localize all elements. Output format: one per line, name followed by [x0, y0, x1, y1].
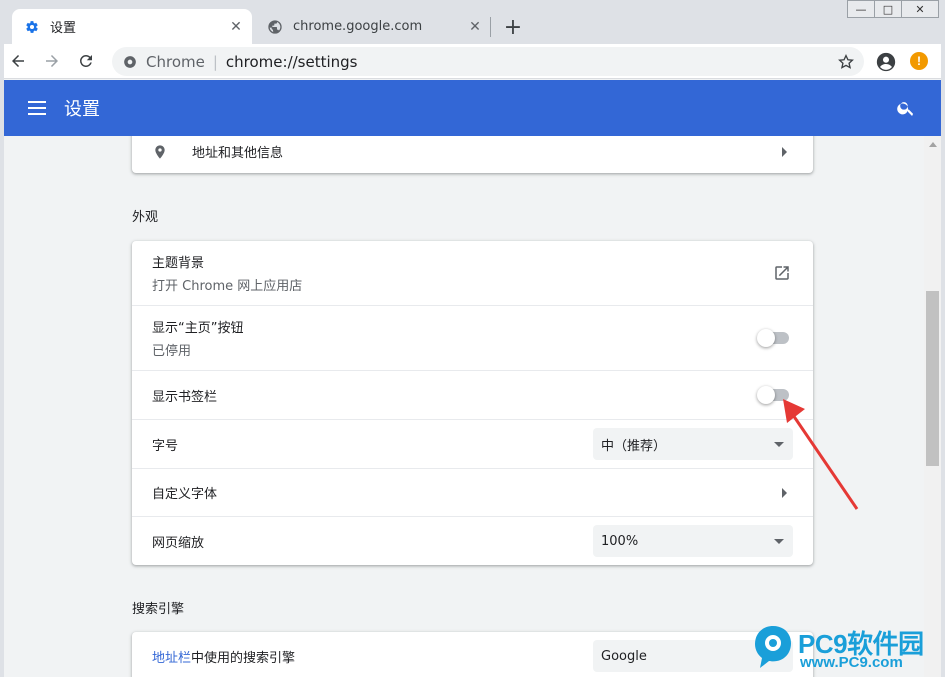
omnibox-separator: |: [212, 52, 218, 71]
watermark-url: www.PC9.com: [800, 654, 903, 671]
reload-button[interactable]: [70, 45, 102, 77]
arrow-left-icon: [12, 55, 24, 67]
font-size-select[interactable]: 中（推荐）: [593, 428, 793, 460]
menu-icon[interactable]: [28, 96, 52, 120]
autofill-card: 地址和其他信息: [132, 136, 813, 173]
window-frame-right: [941, 44, 945, 677]
font-size-value: 中（推荐）: [601, 438, 667, 454]
maximize-button[interactable]: □: [874, 0, 902, 18]
arrow-right-icon: [46, 55, 58, 67]
chevron-right-icon: [782, 146, 787, 157]
tab-strip: 设置 ✕ chrome.google.com ✕ + — □ ✕: [0, 0, 945, 44]
address-bar[interactable]: Chrome | chrome://settings: [112, 47, 864, 76]
addresses-row[interactable]: 地址和其他信息: [132, 136, 813, 173]
bookmark-star-icon[interactable]: [832, 48, 860, 76]
tab-close-button[interactable]: ✕: [465, 17, 485, 37]
search-engine-row: 地址栏中使用的搜索引擎 Google: [132, 632, 813, 677]
page-zoom-title: 网页缩放: [152, 535, 205, 551]
watermark: PC9软件园 www.PC9.com: [752, 624, 942, 674]
dropdown-arrow-icon: [774, 442, 784, 447]
page-zoom-row: 网页缩放 100%: [132, 516, 813, 565]
location-pin-icon: [155, 144, 165, 159]
open-in-new-icon[interactable]: [773, 264, 791, 282]
tab-divider: [490, 17, 491, 37]
search-engine-value: Google: [601, 648, 647, 664]
font-size-title: 字号: [152, 438, 179, 454]
forward-button[interactable]: [36, 45, 68, 77]
scroll-thumb[interactable]: [926, 291, 939, 466]
search-icon[interactable]: [896, 98, 916, 118]
new-tab-button[interactable]: +: [500, 14, 526, 40]
search-engine-label: 地址栏中使用的搜索引擎: [152, 647, 295, 666]
font-size-row: 字号 中（推荐）: [132, 419, 813, 468]
pc9-logo-icon: [755, 626, 791, 668]
page-zoom-value: 100%: [601, 533, 639, 549]
search-engine-section-title: 搜索引擎: [132, 602, 185, 617]
scrollbar[interactable]: [924, 136, 941, 677]
tab-chrome-google[interactable]: chrome.google.com ✕: [255, 9, 491, 44]
addresses-label: 地址和其他信息: [192, 146, 284, 161]
dropdown-arrow-icon: [774, 539, 784, 544]
bookmarks-bar-title: 显示书签栏: [152, 389, 218, 405]
tab-close-button[interactable]: ✕: [226, 17, 246, 37]
chevron-right-icon: [782, 487, 787, 498]
home-button-toggle[interactable]: [757, 329, 791, 347]
window-controls: — □ ✕: [847, 0, 939, 18]
browser-toolbar: Chrome | chrome://settings !: [0, 44, 945, 79]
globe-icon: [267, 19, 283, 35]
page-zoom-select[interactable]: 100%: [593, 525, 793, 557]
home-button-subtitle: 已停用: [152, 344, 192, 359]
scroll-up-arrow-icon[interactable]: [929, 142, 937, 147]
site-chip: Chrome: [146, 52, 205, 71]
theme-row[interactable]: 主题背景 打开 Chrome 网上应用店: [132, 241, 813, 305]
back-button[interactable]: [2, 45, 34, 77]
tab-title: chrome.google.com: [293, 19, 423, 34]
profile-avatar-icon[interactable]: [875, 51, 897, 73]
appearance-card: 主题背景 打开 Chrome 网上应用店 显示“主页”按钮 已停用 显示书签栏 …: [132, 241, 813, 565]
tab-settings[interactable]: 设置 ✕: [12, 9, 252, 44]
search-engine-card: 地址栏中使用的搜索引擎 Google: [132, 632, 813, 677]
bookmarks-bar-row[interactable]: 显示书签栏: [132, 370, 813, 419]
url-text[interactable]: chrome://settings: [226, 53, 832, 71]
chrome-icon: [122, 54, 138, 70]
page-title: 设置: [64, 99, 100, 120]
custom-fonts-row[interactable]: 自定义字体: [132, 468, 813, 516]
theme-subtitle: 打开 Chrome 网上应用店: [152, 279, 303, 294]
settings-content: 地址和其他信息 外观 主题背景 打开 Chrome 网上应用店 显示“主页”按钮…: [4, 136, 924, 677]
home-button-title: 显示“主页”按钮: [152, 321, 244, 336]
update-alert-icon[interactable]: !: [910, 52, 928, 70]
home-button-row[interactable]: 显示“主页”按钮 已停用: [132, 305, 813, 370]
reload-icon: [79, 54, 92, 67]
theme-title: 主题背景: [152, 256, 205, 271]
gear-icon: [24, 19, 40, 35]
appearance-section-title: 外观: [132, 210, 159, 225]
bookmarks-bar-toggle[interactable]: [757, 386, 791, 404]
custom-fonts-title: 自定义字体: [152, 487, 218, 502]
address-bar-link[interactable]: 地址栏: [152, 651, 191, 666]
tab-title: 设置: [50, 21, 77, 36]
settings-header: 设置: [4, 80, 942, 136]
minimize-button[interactable]: —: [847, 0, 875, 18]
window-close-button[interactable]: ✕: [901, 0, 939, 18]
search-engine-label-text: 中使用的搜索引擎: [191, 650, 296, 666]
